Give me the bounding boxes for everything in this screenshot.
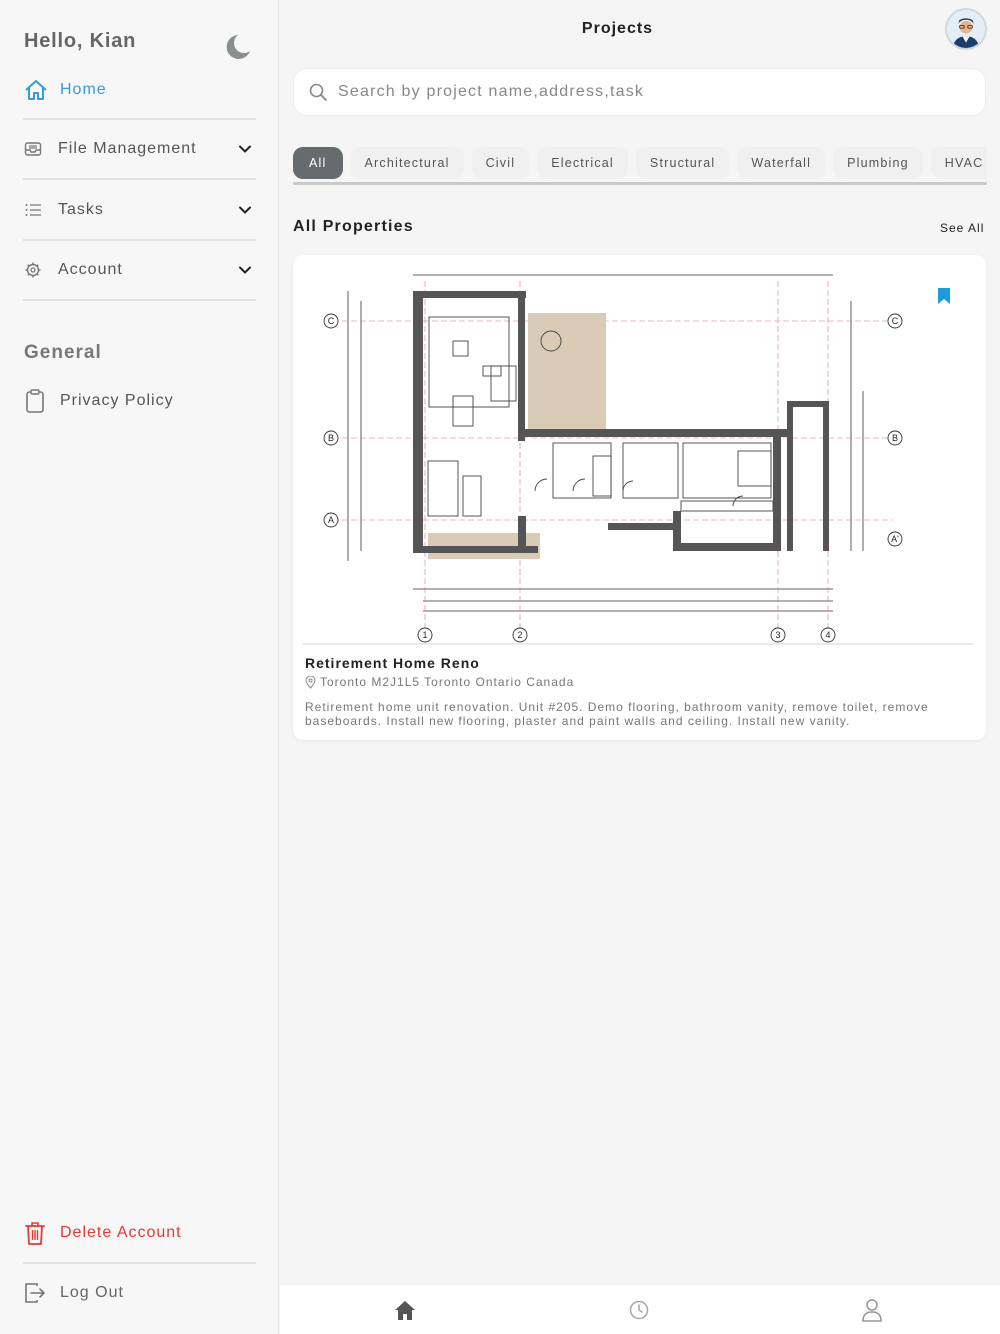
filter-chip-architectural[interactable]: Architectural [350, 147, 464, 179]
grid-label-b-left: B [328, 433, 334, 443]
filter-chip-hvac[interactable]: HVAC [930, 147, 987, 179]
section-title-all-properties: All Properties [293, 218, 414, 235]
sidebar: Hello, Kian Home File Management Tasks A… [0, 0, 279, 1334]
grid-label-c-right: C [892, 316, 899, 326]
divider [23, 299, 256, 301]
section-title-general: General [24, 342, 102, 363]
clipboard-icon [26, 389, 44, 413]
profile-user-icon[interactable] [859, 1297, 885, 1323]
logout-icon [25, 1283, 45, 1303]
sidebar-item-label: Tasks [58, 201, 104, 218]
main-content: Projects All Architectural Civil Electri… [280, 0, 1000, 1334]
property-card[interactable]: C B A C B A' 1 2 3 4 Retirement Home Ren… [293, 255, 986, 740]
filter-chip-electrical[interactable]: Electrical [537, 147, 628, 179]
sidebar-item-tasks[interactable]: Tasks [24, 195, 256, 225]
divider [23, 239, 256, 241]
avatar[interactable] [945, 8, 987, 50]
filter-chip-list: All Architectural Civil Electrical Struc… [293, 146, 987, 180]
location-pin-icon [305, 675, 316, 689]
property-description: Retirement home unit renovation. Unit #2… [305, 700, 929, 728]
greeting: Hello, Kian [24, 30, 137, 52]
grid-label-4: 4 [825, 630, 830, 640]
trash-icon [25, 1222, 45, 1245]
log-out-button[interactable]: Log Out [24, 1278, 124, 1308]
filter-chip-plumbing[interactable]: Plumbing [833, 147, 923, 179]
sidebar-item-home[interactable]: Home [24, 76, 107, 104]
filter-chip-civil[interactable]: Civil [471, 147, 530, 179]
list-icon [25, 204, 41, 216]
sidebar-item-label: Privacy Policy [60, 392, 174, 409]
filter-chip-all[interactable]: All [293, 147, 343, 179]
home-tab-icon[interactable] [392, 1297, 418, 1323]
bottom-tab-bar [280, 1284, 1000, 1334]
chevron-down-icon[interactable] [238, 203, 252, 217]
filter-chips[interactable]: All Architectural Civil Electrical Struc… [293, 146, 987, 186]
search-input[interactable] [338, 83, 985, 101]
chevron-down-icon[interactable] [238, 142, 252, 156]
home-icon [25, 80, 47, 100]
delete-account-button[interactable]: Delete Account [24, 1218, 182, 1248]
filter-chip-waterfall[interactable]: Waterfall [737, 147, 826, 179]
floor-plan-image: C B A C B A' 1 2 3 4 [303, 261, 973, 645]
sidebar-item-label: Home [60, 81, 107, 98]
grid-label-a-left: A [328, 515, 334, 525]
dark-mode-moon-icon[interactable] [222, 32, 252, 62]
grid-label-2: 2 [517, 630, 522, 640]
log-out-label: Log Out [60, 1284, 124, 1301]
file-tray-icon [24, 142, 42, 156]
property-location: Toronto M2J1L5 Toronto Ontario Canada [305, 675, 574, 689]
grid-label-a-prime: A' [891, 534, 899, 544]
sidebar-item-label: File Management [58, 140, 197, 157]
sidebar-item-file-management[interactable]: File Management [24, 134, 256, 164]
horizontal-scrollbar[interactable] [293, 182, 987, 185]
history-clock-icon[interactable] [626, 1297, 652, 1323]
property-title: Retirement Home Reno [305, 655, 480, 671]
grid-label-3: 3 [775, 630, 780, 640]
property-location-text: Toronto M2J1L5 Toronto Ontario Canada [320, 675, 575, 689]
gear-icon [25, 262, 41, 278]
bookmark-icon[interactable] [937, 287, 951, 305]
divider [23, 1262, 256, 1264]
sidebar-item-privacy-policy[interactable]: Privacy Policy [24, 386, 174, 416]
sidebar-item-label: Account [58, 261, 123, 278]
user-avatar-icon [947, 10, 985, 48]
page-title: Projects [581, 20, 654, 37]
grid-label-1: 1 [422, 630, 427, 640]
filter-chip-structural[interactable]: Structural [635, 147, 730, 179]
chevron-down-icon[interactable] [238, 263, 252, 277]
divider [23, 118, 256, 120]
delete-account-label: Delete Account [60, 1224, 182, 1241]
divider [23, 178, 256, 180]
grid-label-c-left: C [328, 316, 335, 326]
search-bar[interactable] [293, 68, 986, 116]
search-icon [309, 83, 327, 101]
sidebar-item-account[interactable]: Account [24, 255, 256, 285]
grid-label-b-right: B [892, 433, 898, 443]
see-all-link[interactable]: See All [940, 221, 984, 235]
